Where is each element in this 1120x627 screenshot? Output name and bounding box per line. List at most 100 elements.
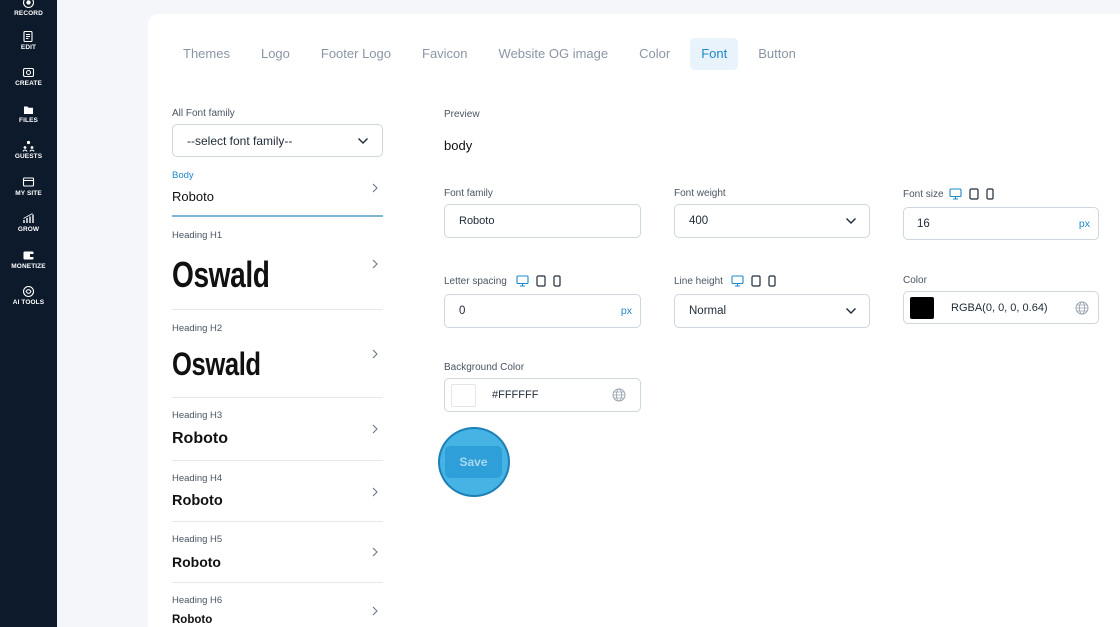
nav-monetize[interactable]: MONETIZE [0, 249, 57, 270]
color-input[interactable]: RGBA(0, 0, 0, 0.64) [903, 291, 1099, 324]
nav-monetize-label: MONETIZE [11, 263, 46, 270]
background-color-label: Background Color [444, 362, 525, 373]
tab-button[interactable]: Button [747, 38, 807, 70]
letter-spacing-device-toggle [516, 275, 561, 287]
nav-guests[interactable]: GUESTS [0, 139, 57, 160]
chevron-right-icon [372, 606, 378, 616]
font-item-h1[interactable]: Heading H1 Oswald [172, 230, 383, 310]
nav-record-label: RECORD [14, 10, 43, 17]
font-item-value: Roboto [172, 554, 221, 570]
font-item-value: Roboto [172, 430, 228, 447]
divider [172, 582, 383, 583]
tab-color[interactable]: Color [628, 38, 681, 70]
nav-create-label: CREATE [15, 80, 42, 87]
nav-ai-tools[interactable]: AI TOOLS [0, 285, 57, 306]
save-button[interactable]: Save [445, 446, 502, 478]
font-weight-select[interactable]: 400 [674, 204, 870, 238]
font-item-label: Heading H5 [172, 534, 223, 545]
font-item-value: Oswald [172, 346, 261, 382]
font-item-h6[interactable]: Heading H6 Roboto [172, 595, 383, 627]
guests-icon [22, 140, 35, 152]
mobile-icon[interactable] [986, 188, 994, 200]
chevron-right-icon [372, 259, 378, 269]
tab-themes[interactable]: Themes [172, 38, 241, 70]
mobile-icon[interactable] [553, 275, 561, 287]
chevron-right-icon [372, 183, 378, 193]
nav-edit[interactable]: EDIT [0, 30, 57, 51]
font-item-body[interactable]: Body Roboto [172, 169, 383, 218]
nav-create[interactable]: CREATE [0, 66, 57, 87]
monetize-icon [23, 251, 34, 260]
chevron-right-icon [372, 487, 378, 497]
font-item-value: Roboto [172, 493, 223, 509]
tab-website-og-image[interactable]: Website OG image [488, 38, 620, 70]
all-font-family-select[interactable]: --select font family-- [172, 124, 383, 157]
line-height-device-toggle [731, 275, 776, 287]
font-item-h4[interactable]: Heading H4 Roboto [172, 473, 383, 522]
grow-icon [23, 213, 34, 223]
letter-spacing-unit: px [620, 305, 632, 317]
chevron-right-icon [372, 547, 378, 557]
divider [172, 460, 383, 461]
tablet-icon[interactable] [536, 275, 546, 287]
globe-icon[interactable] [1075, 301, 1089, 315]
tab-footer-logo[interactable]: Footer Logo [310, 38, 402, 70]
font-item-value: Oswald [172, 254, 270, 295]
create-icon [22, 67, 35, 78]
font-item-label: Heading H6 [172, 595, 223, 606]
chevron-down-icon [846, 218, 856, 224]
divider [172, 397, 383, 398]
line-height-select[interactable]: Normal [674, 294, 870, 328]
tab-logo[interactable]: Logo [250, 38, 301, 70]
divider [172, 215, 383, 217]
nav-files-label: FILES [19, 117, 38, 124]
chevron-down-icon [846, 308, 856, 314]
line-height-label: Line height [674, 276, 723, 287]
line-height-value: Normal [689, 305, 727, 317]
tab-favicon[interactable]: Favicon [411, 38, 479, 70]
nav-grow[interactable]: GROW [0, 212, 57, 233]
letter-spacing-input[interactable]: 0 px [444, 294, 641, 328]
nav-files[interactable]: FILES [0, 103, 57, 124]
tablet-icon[interactable] [751, 275, 761, 287]
font-family-input[interactable]: Roboto [444, 204, 641, 238]
font-family-value: Roboto [459, 215, 495, 227]
background-color-value: #FFFFFF [492, 389, 539, 401]
ai-tools-icon [22, 285, 35, 298]
font-item-value: Roboto [172, 614, 213, 626]
font-item-value: Roboto [172, 189, 214, 204]
desktop-icon[interactable] [949, 188, 962, 200]
letter-spacing-label: Letter spacing [444, 276, 507, 287]
mobile-icon[interactable] [768, 275, 776, 287]
all-font-family-value: --select font family-- [187, 133, 293, 148]
font-item-h3[interactable]: Heading H3 Roboto [172, 410, 383, 461]
font-item-label: Heading H1 [172, 230, 223, 241]
letter-spacing-value: 0 [459, 305, 466, 317]
nav-guests-label: GUESTS [14, 153, 43, 160]
chevron-down-icon [358, 138, 368, 144]
font-family-label: Font family [444, 188, 493, 199]
font-item-h5[interactable]: Heading H5 Roboto [172, 534, 383, 583]
tablet-icon[interactable] [969, 188, 979, 200]
divider [172, 309, 383, 310]
desktop-icon[interactable] [731, 275, 744, 287]
desktop-icon[interactable] [516, 275, 529, 287]
tab-font[interactable]: Font [690, 38, 739, 70]
font-size-unit: px [1078, 217, 1090, 230]
nav-my-site[interactable]: MY SITE [0, 176, 57, 197]
tab-bar: Themes Logo Footer Logo Favicon Website … [172, 38, 816, 70]
nav-my-site-label: MY SITE [15, 190, 42, 197]
color-swatch[interactable] [910, 297, 934, 319]
font-item-label: Heading H3 [172, 410, 223, 421]
globe-icon[interactable] [612, 388, 626, 402]
edit-icon [23, 30, 33, 43]
font-size-value: 16 [917, 217, 930, 230]
font-item-h2[interactable]: Heading H2 Oswald [172, 323, 383, 398]
background-color-swatch[interactable] [451, 384, 476, 407]
all-font-family-label: All Font family [172, 108, 235, 119]
nav-ai-tools-label: AI TOOLS [12, 299, 45, 306]
font-size-input[interactable]: 16 px [903, 207, 1099, 240]
background-color-input[interactable]: #FFFFFF [444, 378, 641, 412]
preview-text: body [444, 138, 473, 153]
nav-record[interactable]: RECORD [0, 0, 57, 17]
